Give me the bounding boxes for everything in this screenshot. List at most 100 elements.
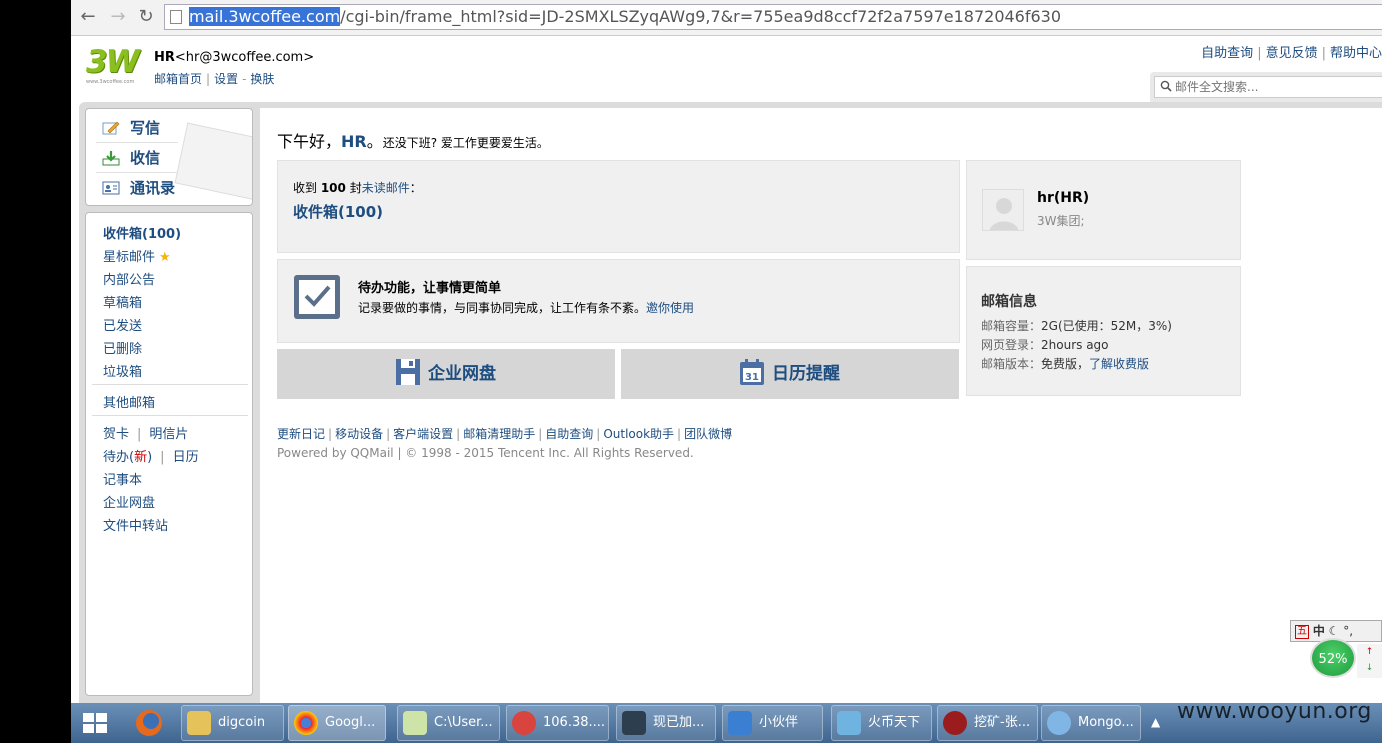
paid-version-link[interactable]: 了解收费版 [1089, 357, 1149, 371]
mailbox-info-title: 邮箱信息 [981, 294, 1037, 310]
moon-icon[interactable]: ☾ [1329, 624, 1340, 638]
top-links: 自助查询 | 意见反馈 | 帮助中心 [1201, 46, 1382, 61]
footer-link[interactable]: 邮箱清理助手 [463, 427, 535, 441]
footer-link[interactable]: 移动设备 [335, 427, 383, 441]
compose-button[interactable]: 写信 [96, 115, 178, 143]
inbox-link[interactable]: 收件箱(100) [293, 201, 383, 222]
browser-window: ← → ↻ mail.3wcoffee.com/cgi-bin/frame_ht… [71, 0, 1382, 703]
mailbox-info-card: 邮箱信息 邮箱容量：2G(已使用：52M，3%) 网页登录：2hours ago… [966, 266, 1241, 396]
calendar-link[interactable]: 日历 [173, 450, 199, 465]
write-icon [102, 121, 120, 135]
folder-icon [187, 711, 211, 735]
huobi-icon [837, 711, 861, 735]
file-transfer-link[interactable]: 文件中转站 [103, 515, 168, 534]
punct-icon[interactable]: °, [1343, 624, 1353, 638]
taskbar-item[interactable]: Googl... [288, 705, 386, 741]
card-link[interactable]: 贺卡 [103, 427, 129, 442]
profile-org: 3W集团; [1037, 214, 1085, 228]
back-icon[interactable]: ← [77, 6, 99, 28]
forward-icon[interactable]: → [107, 6, 129, 28]
windows-start-icon[interactable] [79, 707, 111, 739]
terminal-icon [512, 711, 536, 735]
search-area [1150, 72, 1382, 102]
folder-deleted[interactable]: 已删除 [103, 338, 142, 357]
folder-inbox[interactable]: 收件箱(100) [103, 223, 181, 242]
feedback-link[interactable]: 意见反馈 [1266, 46, 1318, 61]
firefox-icon[interactable] [127, 705, 171, 741]
calendar-reminder-button[interactable]: 31 日历提醒 [621, 349, 959, 399]
mailbox-home-link[interactable]: 邮箱首页 [154, 72, 202, 86]
folder-list: 收件箱(100) 星标邮件 ★ 内部公告 草稿箱 已发送 已删除 垃圾箱 其他邮箱… [85, 212, 253, 696]
taskbar-item[interactable]: 挖矿-张... [937, 705, 1038, 741]
postcard-link[interactable]: 明信片 [149, 427, 188, 442]
divider [92, 415, 248, 416]
quick-actions: 写信 收信 通讯录 [85, 108, 253, 206]
tray-expand-icon[interactable]: ▲ [1151, 715, 1160, 729]
footer-links: 更新日记 | 移动设备 | 客户端设置 | 邮箱清理助手 | 自助查询 | Outlook助手 | 团队… [277, 427, 733, 441]
unread-card: 收到 100 封未读邮件： 收件箱(100) [277, 160, 960, 253]
taskbar-item[interactable]: digcoin [181, 705, 284, 741]
net-speed-arrows: ↑ ↓ [1357, 644, 1382, 678]
folder-drafts[interactable]: 草稿箱 [103, 292, 142, 311]
miner-icon [943, 711, 967, 735]
unread-summary: 收到 100 封未读邮件： [293, 181, 422, 195]
logo[interactable]: 3W www.3wcoffee.com [86, 46, 140, 86]
capacity-row: 邮箱容量：2G(已使用：52M，3%) [981, 319, 1172, 333]
taskbar-item[interactable]: 火币天下 [831, 705, 932, 741]
notes-link[interactable]: 记事本 [103, 469, 142, 488]
contacts-button[interactable]: 通讯录 [96, 175, 176, 201]
user-links: 邮箱首页 | 设置 - 换肤 [154, 72, 275, 86]
taskbar-item[interactable]: C:\User... [397, 705, 500, 741]
footer-link[interactable]: 团队微博 [684, 427, 732, 441]
receive-button[interactable]: 收信 [96, 145, 178, 173]
svg-text:31: 31 [745, 372, 759, 383]
ime-mode[interactable]: 中 [1313, 624, 1325, 638]
user-identity: HR<hr@3wcoffee.com> [154, 50, 315, 65]
star-icon: ★ [159, 250, 171, 265]
todo-card: 待办功能，让事情更简单 记录要做的事情，与同事协同完成，让工作有条不紊。邀你使用 [277, 259, 960, 343]
folder-notice[interactable]: 内部公告 [103, 269, 155, 288]
taskbar-item[interactable]: 106.38.... [506, 705, 609, 741]
reload-icon[interactable]: ↻ [135, 6, 157, 28]
login-row: 网页登录：2hours ago [981, 338, 1109, 352]
settings-link[interactable]: 设置 [214, 72, 238, 86]
mail-header: 3W www.3wcoffee.com HR<hr@3wcoffee.com> … [71, 36, 1382, 102]
skin-link[interactable]: 换肤 [250, 72, 274, 86]
contacts-icon [102, 181, 120, 195]
footer-link[interactable]: 自助查询 [545, 427, 593, 441]
mail-search-input[interactable] [1175, 78, 1375, 96]
taskbar-item[interactable]: Mongo... [1041, 705, 1141, 741]
help-center-link[interactable]: 帮助中心 [1330, 46, 1382, 61]
folder-starred[interactable]: 星标邮件 ★ [103, 246, 171, 265]
browser-toolbar: ← → ↻ mail.3wcoffee.com/cgi-bin/frame_ht… [71, 0, 1382, 36]
notepad-icon [403, 711, 427, 735]
taskbar-item[interactable]: 现已加... [616, 705, 716, 741]
todo-link[interactable]: 待办(新) [103, 450, 152, 465]
app-todo-calendar: 待办(新) | 日历 [103, 450, 199, 465]
self-help-link[interactable]: 自助查询 [1201, 46, 1253, 61]
divider [92, 384, 248, 385]
speed-ball[interactable]: 52% [1310, 638, 1356, 678]
address-bar[interactable]: mail.3wcoffee.com/cgi-bin/frame_html?sid… [164, 4, 1382, 30]
footer-link[interactable]: 更新日记 [277, 427, 325, 441]
folder-other[interactable]: 其他邮箱 [103, 392, 155, 411]
folder-spam[interactable]: 垃圾箱 [103, 361, 142, 380]
cloud-icon [1047, 711, 1071, 735]
footer-link[interactable]: 客户端设置 [393, 427, 453, 441]
app-cards: 贺卡 | 明信片 [103, 427, 189, 442]
avatar[interactable] [982, 189, 1024, 231]
receive-icon [102, 151, 120, 166]
taskbar-item[interactable]: 小伙伴 [722, 705, 823, 741]
ime-logo-icon: 五 [1295, 624, 1309, 639]
chat-icon [728, 711, 752, 735]
footer-link[interactable]: Outlook助手 [603, 427, 674, 441]
enterprise-disk-button[interactable]: 企业网盘 [277, 349, 615, 399]
folder-sent[interactable]: 已发送 [103, 315, 142, 334]
welcome-content: 下午好，HR。还没下班? 爱工作更要爱生活。 收到 100 封未读邮件： 收件箱… [260, 108, 1382, 703]
todo-invite-link[interactable]: 邀你使用 [646, 301, 694, 315]
search-icon [1160, 80, 1172, 92]
unread-mail-link[interactable]: 未读邮件 [362, 181, 410, 195]
version-row: 邮箱版本：免费版，了解收费版 [981, 357, 1150, 371]
profile-name: hr(HR) [1037, 190, 1090, 206]
disk-link[interactable]: 企业网盘 [103, 492, 155, 511]
